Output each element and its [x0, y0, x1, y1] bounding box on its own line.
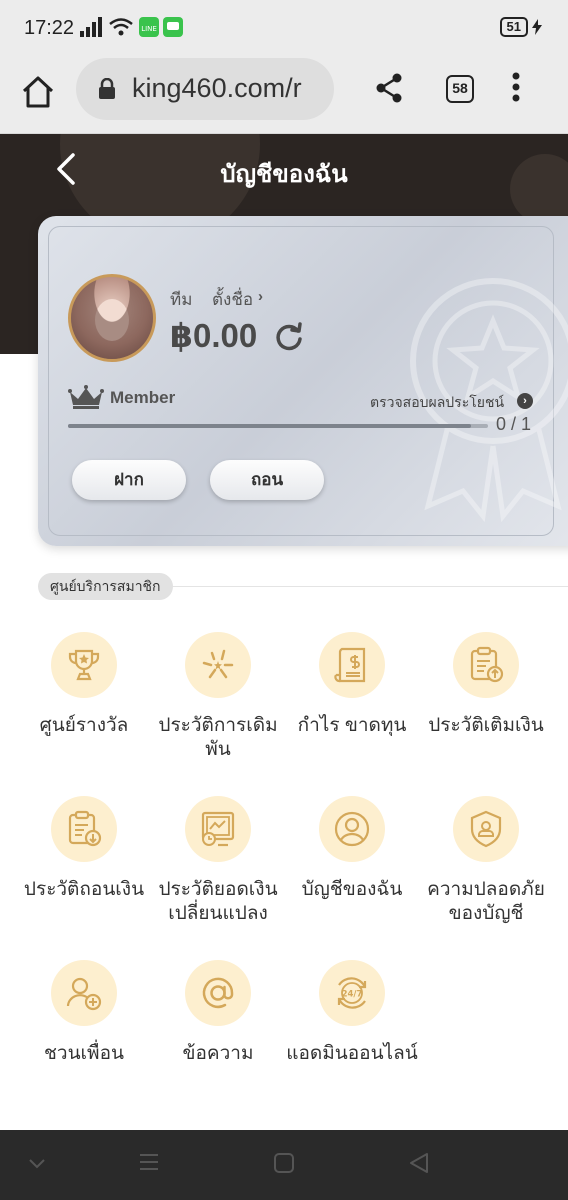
arrow-right-icon[interactable]: › [517, 393, 533, 409]
menu-label: ศูนย์รางวัล [39, 715, 129, 736]
battery-level: 51 [499, 17, 528, 37]
share-icon[interactable] [374, 72, 404, 104]
menu-label: ประวัติยอดเงินเปลี่ยนแปลง [158, 879, 278, 924]
trophy-icon [68, 649, 100, 681]
menu-label: ความปลอดภัยของบัญชี [427, 879, 545, 924]
menu-item-deposit-history[interactable]: ประวัติเติมเงิน [415, 632, 557, 738]
refresh-icon[interactable] [274, 322, 304, 352]
menu-label: บัญชีของฉัน [301, 879, 403, 900]
svg-text:LINE: LINE [141, 25, 157, 33]
menu-item-profit-loss[interactable]: กำไร ขาดทุน [281, 632, 423, 738]
support-24-7-icon: 24/7 [337, 977, 367, 1009]
home-square-icon[interactable] [273, 1152, 295, 1174]
member-level: Member [110, 388, 176, 407]
shield-user-icon [470, 810, 502, 848]
menu-item-messages[interactable]: ข้อความ [147, 960, 289, 1066]
tab-switcher-button[interactable]: 58 [446, 75, 474, 103]
menu-label: กำไร ขาดทุน [297, 715, 407, 736]
avatar[interactable] [68, 274, 156, 362]
status-time: 17:22 [24, 17, 75, 39]
level-progress-text: 0 / 1 [496, 414, 532, 434]
receipt-icon [334, 647, 366, 683]
wifi-icon [109, 18, 133, 36]
user-circle-icon [334, 811, 370, 847]
battery-indicator: 51 [499, 17, 542, 37]
signal-icon [80, 17, 102, 37]
withdraw-button[interactable]: ถอน [210, 460, 324, 500]
member-card: ทีม ตั้งชื่อ › ฿0.00 Member ตรวจสอบผลประ… [38, 216, 568, 546]
menu-item-my-account[interactable]: บัญชีของฉัน [281, 796, 423, 902]
level-progress-fill [68, 424, 472, 428]
menu-label: แอดมินออนไลน์ [286, 1043, 418, 1064]
recents-menu-icon[interactable] [138, 1152, 160, 1172]
section-title: ศูนย์บริการสมาชิก [38, 573, 173, 600]
check-benefits-link[interactable]: ตรวจสอบผลประโยชน์ [370, 392, 504, 414]
status-bar: 17:22 LINE 51 [0, 0, 568, 58]
at-sign-icon [202, 977, 234, 1009]
system-nav-bar [0, 1130, 568, 1200]
clipboard-upload-icon [470, 646, 504, 683]
svg-text:24/7: 24/7 [342, 990, 363, 1000]
lock-icon [99, 78, 115, 99]
menu-item-bet-history[interactable]: ประวัติการเดิมพัน [147, 632, 289, 762]
home-icon[interactable] [20, 74, 56, 110]
chart-clock-icon [201, 811, 235, 847]
menu-label: ประวัติถอนเงิน [23, 879, 145, 900]
menu-item-rewards[interactable]: ศูนย์รางวัล [13, 632, 155, 738]
chevron-down-icon[interactable] [28, 1158, 46, 1170]
add-friend-icon [66, 977, 102, 1011]
menu-item-withdraw-history[interactable]: ประวัติถอนเงิน [13, 796, 155, 902]
line-app-icon: LINE [139, 17, 159, 37]
menu-label: ชวนเพื่อน [44, 1043, 124, 1064]
deposit-button[interactable]: ฝาก [72, 460, 186, 500]
menu-item-account-security[interactable]: ความปลอดภัยของบัญชี [415, 796, 557, 926]
more-menu-icon[interactable] [512, 72, 520, 102]
clipboard-download-icon [68, 810, 102, 847]
menu-item-invite-friends[interactable]: ชวนเพื่อน [13, 960, 155, 1066]
stars-icon [202, 649, 234, 679]
browser-toolbar: king460.com/r 58 [0, 58, 568, 134]
url-text: king460.com/r [132, 73, 302, 103]
menu-label: ประวัติการเดิมพัน [158, 715, 278, 760]
page-title: บัญชีของฉัน [220, 161, 348, 188]
menu-item-admin-online[interactable]: 24/7 แอดมินออนไลน์ [281, 960, 423, 1066]
username: ทีม [170, 290, 193, 309]
crown-icon [68, 385, 104, 409]
balance-amount: ฿0.00 [170, 317, 258, 354]
address-bar[interactable]: king460.com/r [76, 58, 334, 120]
nav-back-icon[interactable] [408, 1152, 430, 1174]
message-app-icon [163, 17, 183, 37]
charging-icon [532, 19, 542, 35]
menu-label: ข้อความ [182, 1043, 254, 1064]
menu-label: ประวัติเติมเงิน [428, 715, 544, 736]
set-name-link[interactable]: ตั้งชื่อ [212, 286, 253, 313]
menu-item-balance-changes[interactable]: ประวัติยอดเงินเปลี่ยนแปลง [147, 796, 289, 926]
chevron-right-icon: › [258, 288, 263, 305]
level-progress-bar [68, 424, 488, 428]
